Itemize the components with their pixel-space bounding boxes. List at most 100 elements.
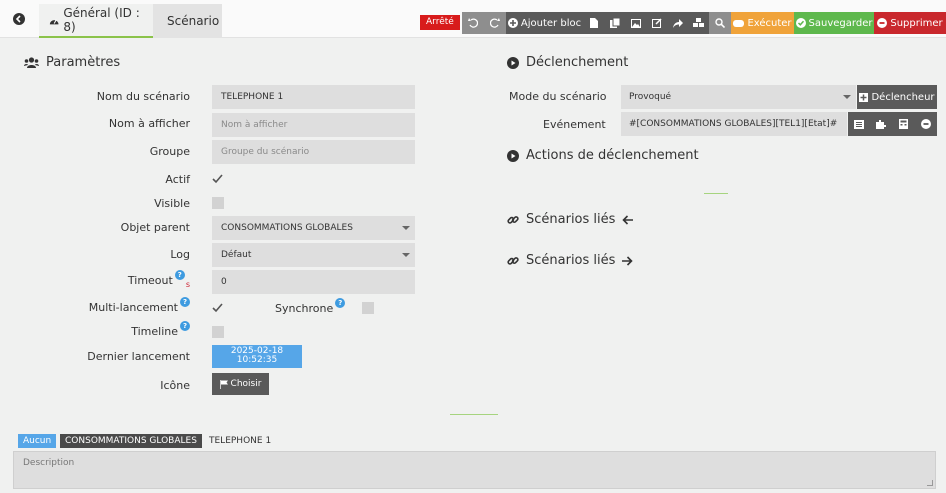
last-run-badge: 2025-02-18 10:52:35	[212, 345, 302, 368]
add-block-label: Ajouter bloc	[520, 17, 582, 29]
log-button[interactable]	[583, 12, 604, 34]
mode-select[interactable]: Provoqué	[621, 85, 856, 109]
list-button[interactable]	[848, 112, 870, 136]
add-block-button[interactable]: Ajouter bloc	[506, 12, 583, 34]
mode-label: Mode du scénario	[509, 90, 607, 103]
timeline-text: Timeline	[131, 325, 178, 338]
group-placeholder: Groupe du scénario	[221, 147, 310, 157]
link-icon	[507, 256, 519, 265]
event-value: #[CONSOMMATIONS GLOBALES][TEL1][Etat]#	[629, 119, 838, 129]
breadcrumb-object[interactable]: CONSOMMATIONS GLOBALES	[60, 434, 202, 448]
picture-button[interactable]	[625, 12, 646, 34]
resize-handle[interactable]	[927, 480, 933, 486]
back-arrow-icon	[13, 13, 25, 25]
users-icon	[24, 57, 39, 68]
help-icon[interactable]: ?	[174, 270, 185, 280]
breadcrumb-name: TELEPHONE 1	[209, 436, 272, 446]
save-label: Sauvegarder	[808, 17, 873, 29]
display-name-field[interactable]: Nom à afficher	[212, 113, 415, 137]
params-title: Paramètres	[46, 55, 121, 70]
chevron-down-icon	[843, 95, 851, 99]
file-icon	[589, 18, 598, 28]
search-button[interactable]	[709, 12, 731, 34]
help-icon[interactable]: ?	[335, 298, 346, 308]
remove-trigger-button[interactable]	[914, 112, 937, 136]
log-select[interactable]: Défaut	[212, 243, 415, 267]
calculator-button[interactable]	[892, 112, 914, 136]
linked-in-title: Scénarios liés	[526, 212, 616, 227]
add-trigger-button[interactable]: Déclencheur	[857, 85, 937, 109]
flag-icon	[219, 379, 228, 389]
event-label: Evénement	[543, 118, 606, 131]
check-circle-icon	[795, 18, 806, 28]
name-value: TELEPHONE 1	[221, 92, 284, 102]
play-circle-icon	[507, 56, 519, 69]
execute-button[interactable]: Exécuter	[731, 12, 794, 34]
event-field[interactable]: #[CONSOMMATIONS GLOBALES][TEL1][Etat]#	[621, 112, 847, 136]
linked-out-heading: Scénarios liés	[507, 253, 634, 268]
mode-value: Provoqué	[629, 92, 672, 102]
copy-button[interactable]	[604, 12, 625, 34]
divider	[704, 193, 728, 194]
calculator-icon	[898, 119, 908, 129]
description-textarea[interactable]: Description	[13, 451, 936, 489]
visible-checkbox[interactable]	[212, 197, 224, 209]
log-label: Log	[170, 248, 190, 261]
icon-label: Icône	[160, 379, 190, 392]
timeout-label-text: Timeout	[127, 274, 173, 287]
timeline-checkbox[interactable]	[212, 326, 224, 338]
sync-text: Synchrone	[275, 302, 334, 315]
plus-square-icon	[859, 92, 869, 102]
tab-scenario[interactable]: Scénario	[153, 4, 222, 38]
multi-launch-checkbox[interactable]	[212, 302, 223, 313]
group-field[interactable]: Groupe du scénario	[212, 140, 415, 164]
multi-launch-text: Multi-lancement	[88, 301, 178, 314]
timeout-value: 0	[221, 277, 227, 287]
active-checkbox[interactable]	[212, 173, 223, 184]
minus-circle-icon	[877, 18, 888, 28]
delete-button[interactable]: Supprimer	[874, 12, 946, 34]
timeout-field[interactable]: 0	[212, 270, 415, 294]
undo-button[interactable]	[462, 12, 484, 34]
breadcrumb-none[interactable]: Aucun	[18, 434, 57, 448]
cubes-button[interactable]	[688, 12, 709, 34]
status-badge: Arrêté	[420, 15, 460, 30]
arrow-right-icon	[622, 255, 634, 266]
plus-circle-icon	[507, 18, 518, 28]
cube-button[interactable]	[870, 112, 892, 136]
arrow-left-icon	[622, 214, 634, 225]
save-button[interactable]: Sauvegarder	[794, 12, 874, 34]
last-run-label: Dernier lancement	[87, 350, 190, 363]
chevron-down-icon	[402, 253, 410, 257]
sync-checkbox[interactable]	[362, 302, 374, 314]
name-field[interactable]: TELEPHONE 1	[212, 85, 415, 109]
delete-label: Supprimer	[890, 17, 943, 29]
back-button[interactable]	[6, 6, 32, 32]
name-label: Nom du scénario	[96, 90, 190, 103]
parent-value: CONSOMMATIONS GLOBALES	[221, 223, 353, 233]
edit-icon	[651, 18, 662, 28]
help-icon[interactable]: ?	[180, 321, 190, 331]
active-label: Actif	[165, 173, 190, 186]
linked-in-heading: Scénarios liés	[507, 212, 634, 227]
share-button[interactable]	[667, 12, 688, 34]
parent-select[interactable]: CONSOMMATIONS GLOBALES	[212, 216, 415, 240]
gamepad-icon	[733, 19, 745, 27]
edit-button[interactable]	[646, 12, 667, 34]
chevron-down-icon	[402, 226, 410, 230]
sync-label: Synchrone?	[275, 298, 346, 315]
tab-general[interactable]: Général (ID : 8)	[39, 4, 153, 38]
help-icon[interactable]: ?	[180, 297, 190, 307]
choose-icon-button[interactable]: Choisir	[212, 373, 269, 395]
redo-button[interactable]	[484, 12, 506, 34]
trigger-heading: Déclenchement	[507, 55, 628, 70]
search-icon	[715, 18, 725, 28]
log-value: Défaut	[221, 250, 252, 260]
puzzle-icon	[876, 120, 886, 129]
visible-label: Visible	[154, 197, 190, 210]
trigger-title: Déclenchement	[526, 55, 629, 70]
display-name-label: Nom à afficher	[108, 117, 190, 130]
parent-label: Objet parent	[120, 221, 190, 234]
actions-title: Actions de déclenchement	[526, 148, 699, 163]
undo-icon	[468, 18, 478, 28]
